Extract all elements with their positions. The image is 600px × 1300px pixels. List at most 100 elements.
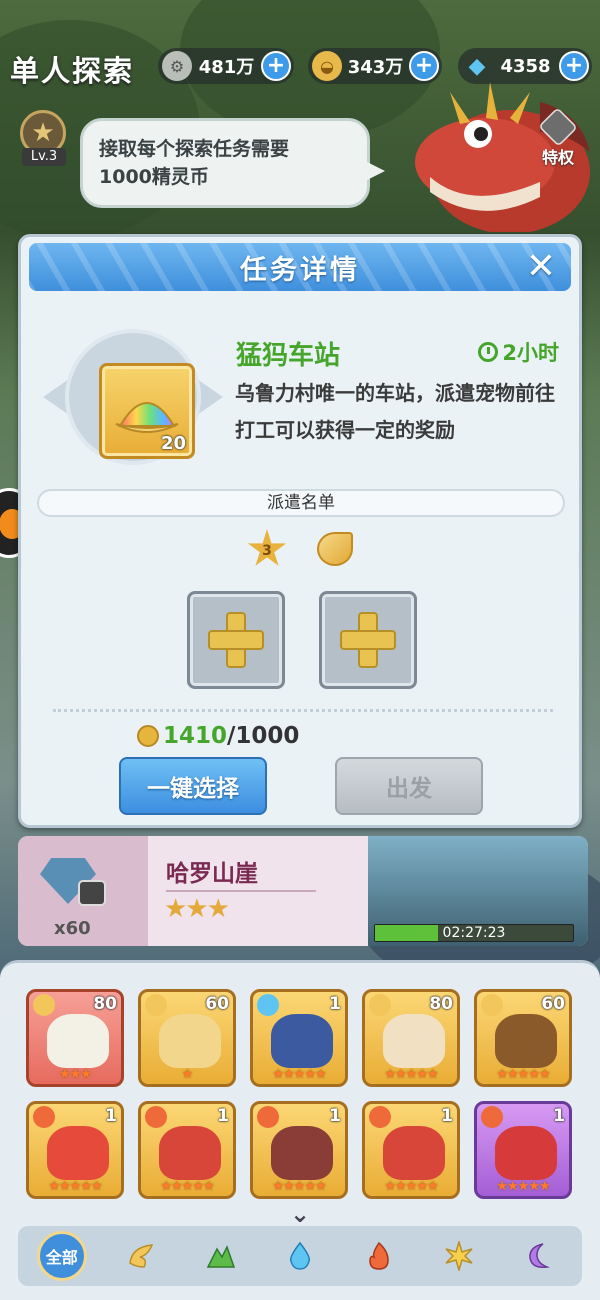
wing-icon bbox=[33, 994, 55, 1016]
pet-card[interactable]: 80 ★★★ bbox=[26, 989, 124, 1087]
pet-stars: ★★★★★ bbox=[496, 1067, 550, 1082]
clock-icon bbox=[478, 342, 499, 362]
filter-grass[interactable] bbox=[196, 1231, 246, 1281]
pet-stars: ★★★★★ bbox=[384, 1067, 438, 1082]
fire-icon bbox=[369, 1241, 390, 1270]
pet-slot-1[interactable] bbox=[187, 591, 285, 689]
pet-portrait bbox=[495, 1014, 557, 1068]
privilege-label: 特权 bbox=[541, 148, 574, 167]
pet-portrait bbox=[47, 1014, 109, 1068]
pet-portrait bbox=[159, 1014, 221, 1068]
privilege-button[interactable]: 特权 bbox=[528, 107, 588, 170]
pet-level: 80 bbox=[93, 994, 117, 1014]
pet-card[interactable]: 1 ★★★★★ bbox=[250, 989, 348, 1087]
filter-light[interactable] bbox=[434, 1231, 484, 1281]
pet-level: 60 bbox=[541, 994, 565, 1014]
currency-coins: ⚙ 481万 + bbox=[158, 48, 294, 84]
pet-card[interactable]: 1 ★★★★★ bbox=[138, 1101, 236, 1199]
locked-reward-qty: x60 bbox=[54, 918, 91, 939]
wing-icon bbox=[481, 994, 503, 1016]
pet-level: 1 bbox=[105, 1106, 117, 1126]
pet-stars: ★★★★★ bbox=[48, 1179, 102, 1194]
depart-button[interactable]: 出发 bbox=[335, 757, 483, 815]
dialog-header: 任务详情 ✕ bbox=[29, 243, 571, 291]
rainbow-shell-icon bbox=[115, 402, 179, 433]
filter-moon[interactable] bbox=[513, 1231, 563, 1281]
pet-card[interactable]: 1 ★★★★★ bbox=[474, 1101, 572, 1199]
pet-portrait bbox=[383, 1126, 445, 1180]
pet-card[interactable]: 1 ★★★★★ bbox=[26, 1101, 124, 1199]
dialog-title: 任务详情 bbox=[240, 254, 360, 286]
pet-portrait bbox=[495, 1126, 557, 1180]
element-filter-bar: 全部 bbox=[18, 1226, 582, 1286]
pet-card[interactable]: 1 ★★★★★ bbox=[362, 1101, 460, 1199]
filter-all[interactable]: 全部 bbox=[36, 1231, 87, 1281]
task-detail-dialog: 任务详情 ✕ 20 猛犸车站 2小时 乌鲁力村唯一的车站，派遣宠物前往打工可以获… bbox=[18, 234, 582, 828]
pet-stars: ★ bbox=[181, 1067, 194, 1082]
wing-icon bbox=[317, 532, 353, 566]
filter-fire[interactable] bbox=[354, 1231, 404, 1281]
pet-card[interactable]: 60 ★ bbox=[138, 989, 236, 1087]
fire-icon bbox=[369, 1106, 391, 1128]
task-description: 乌鲁力村唯一的车站，派遣宠物前往打工可以获得一定的奖励 bbox=[235, 381, 555, 442]
roster-label: 派遣名单 bbox=[37, 489, 565, 517]
fire-icon bbox=[257, 1106, 279, 1128]
pet-level: 1 bbox=[441, 1106, 453, 1126]
pet-portrait bbox=[47, 1126, 109, 1180]
filter-water[interactable] bbox=[275, 1231, 325, 1281]
fire-icon bbox=[145, 1106, 167, 1128]
coin-icon bbox=[137, 725, 159, 747]
hint-line-1: 接取每个探索任务需要 bbox=[99, 138, 290, 160]
level-text: Lv.3 bbox=[22, 148, 66, 166]
level-badge[interactable]: ★ Lv.3 bbox=[14, 110, 74, 168]
location-stars: ★★★ bbox=[164, 894, 230, 924]
close-icon[interactable]: ✕ bbox=[523, 249, 559, 285]
task-duration: 2小时 bbox=[478, 337, 559, 367]
task-name: 猛犸车站 bbox=[236, 341, 341, 371]
fire-icon bbox=[481, 1106, 503, 1128]
pet-level: 1 bbox=[217, 1106, 229, 1126]
pet-card[interactable]: 60 ★★★★★ bbox=[474, 989, 572, 1087]
pet-level: 1 bbox=[553, 1106, 565, 1126]
chevron-down-icon[interactable]: ⌄ bbox=[286, 1200, 314, 1228]
reward-item[interactable]: 20 bbox=[99, 363, 195, 459]
fire-icon bbox=[33, 1106, 55, 1128]
pet-portrait bbox=[159, 1126, 221, 1180]
star-icon: 3 bbox=[247, 529, 287, 566]
moon-icon bbox=[529, 1243, 551, 1269]
pet-level: 80 bbox=[429, 994, 453, 1014]
cost-need: /1000 bbox=[227, 723, 300, 749]
location-name: 哈罗山崖 bbox=[166, 861, 258, 887]
shell-icon: ◒ bbox=[312, 51, 342, 81]
grass-icon bbox=[206, 1245, 235, 1268]
pet-stars: ★★★★★ bbox=[272, 1179, 326, 1194]
add-coins-button[interactable]: + bbox=[261, 51, 291, 81]
filter-wing[interactable] bbox=[116, 1231, 166, 1281]
pet-card[interactable]: 1 ★★★★★ bbox=[250, 1101, 348, 1199]
pet-portrait bbox=[271, 1014, 333, 1068]
water-icon bbox=[289, 1241, 311, 1270]
wing-icon bbox=[145, 994, 167, 1016]
wing-icon bbox=[369, 994, 391, 1016]
auto-select-button[interactable]: 一键选择 bbox=[119, 757, 267, 815]
timer-text: 02:27:23 bbox=[442, 925, 506, 941]
dispatch-cost: 1410 /1000 bbox=[137, 723, 299, 749]
pet-slot-2[interactable] bbox=[319, 591, 417, 689]
reward-quantity: 20 bbox=[160, 433, 186, 454]
pet-level: 1 bbox=[329, 1106, 341, 1126]
pet-stars: ★★★★★ bbox=[496, 1179, 550, 1194]
lock-icon bbox=[78, 880, 106, 906]
pet-stars: ★★★★★ bbox=[160, 1179, 214, 1194]
location-timer: 02:27:23 bbox=[374, 924, 574, 942]
location-card[interactable]: x60 哈罗山崖 ★★★ 02:27:23 bbox=[18, 836, 588, 946]
locked-reward: x60 bbox=[18, 836, 148, 946]
pet-level: 1 bbox=[329, 994, 341, 1014]
wing-icon bbox=[129, 1244, 154, 1268]
pet-level: 60 bbox=[205, 994, 229, 1014]
pet-card[interactable]: 80 ★★★★★ bbox=[362, 989, 460, 1087]
pet-portrait bbox=[383, 1014, 445, 1068]
cost-have: 1410 bbox=[163, 723, 228, 749]
pet-stars: ★★★ bbox=[59, 1067, 92, 1082]
hint-bubble: 接取每个探索任务需要 1000精灵币 bbox=[80, 118, 385, 208]
water-icon bbox=[257, 994, 279, 1016]
